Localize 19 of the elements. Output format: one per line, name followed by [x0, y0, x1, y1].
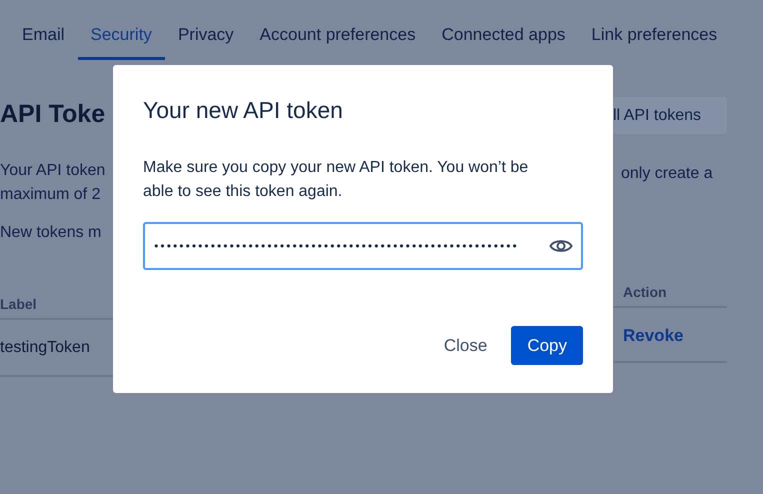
tab[interactable]: Connected apps [428, 0, 578, 60]
tab[interactable]: Email [9, 0, 78, 60]
tab[interactable]: Link preferences [578, 0, 730, 60]
tab[interactable]: Account preferences [246, 0, 429, 60]
token-field[interactable]: •••••••••••••••••••••••••••••••••••••••••••••••••••••••••• [143, 222, 583, 270]
close-button[interactable]: Close [428, 326, 504, 365]
tab[interactable]: Security [78, 0, 165, 60]
eye-icon[interactable] [549, 237, 573, 255]
intro-text: Your API token [0, 161, 106, 181]
intro-text: maximum of 2 [0, 185, 102, 205]
page-heading: API Toke [0, 100, 106, 129]
copy-button[interactable]: Copy [511, 326, 583, 365]
dialog-title: Your new API token [143, 97, 344, 124]
dialog-message: Make sure you copy your new API token. You won’t be able to see this token again. [143, 158, 530, 202]
note-text: New tokens m [0, 223, 102, 243]
intro-text: only create a [620, 164, 714, 184]
revoke-all-button[interactable]: ll API tokens [613, 97, 727, 134]
revoke-link[interactable]: Revoke [623, 326, 684, 345]
tab[interactable]: Privacy [164, 0, 247, 60]
